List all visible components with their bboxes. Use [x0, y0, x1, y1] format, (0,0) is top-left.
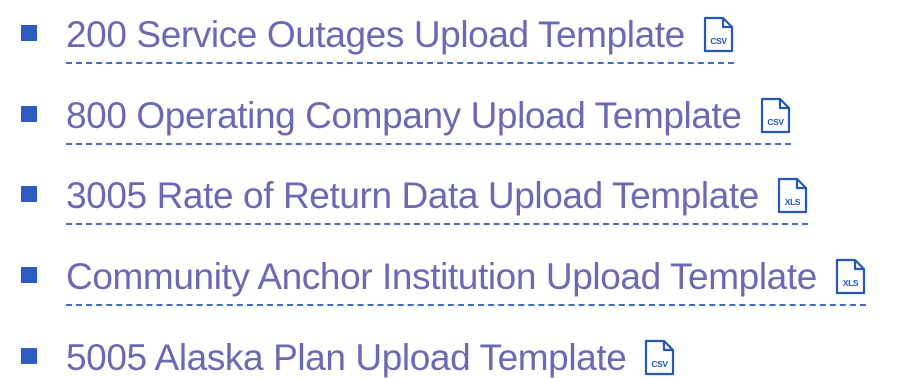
list-item: 200 Service Outages Upload Template CSV [0, 4, 906, 64]
square-bullet-icon [21, 186, 37, 202]
file-type-label: XLS [843, 278, 859, 288]
template-link-3005-rate-of-return[interactable]: 3005 Rate of Return Data Upload Template… [66, 165, 808, 225]
square-bullet-icon [21, 25, 37, 41]
template-link-800-operating-company[interactable]: 800 Operating Company Upload Template CS… [66, 85, 791, 145]
file-type-label: XLS [785, 197, 801, 207]
template-link-5005-alaska-plan[interactable]: 5005 Alaska Plan Upload Template CSV [66, 327, 675, 378]
square-bullet-icon [21, 267, 37, 283]
template-link-label: 3005 Rate of Return Data Upload Template [66, 175, 759, 217]
template-link-community-anchor-institution[interactable]: Community Anchor Institution Upload Temp… [66, 246, 866, 306]
csv-file-icon: CSV [760, 97, 791, 134]
square-bullet-icon [21, 106, 37, 122]
csv-file-icon: CSV [703, 16, 734, 53]
file-type-label: CSV [710, 36, 727, 46]
xls-file-icon: XLS [835, 258, 866, 295]
template-links-list: 200 Service Outages Upload Template CSV … [0, 0, 906, 378]
file-type-label: CSV [767, 117, 784, 127]
square-bullet-icon [21, 348, 37, 364]
file-type-label: CSV [652, 359, 669, 369]
template-link-label: 5005 Alaska Plan Upload Template [66, 337, 627, 378]
list-item: Community Anchor Institution Upload Temp… [0, 246, 906, 306]
template-link-200-service-outages[interactable]: 200 Service Outages Upload Template CSV [66, 4, 734, 64]
template-link-label: Community Anchor Institution Upload Temp… [66, 256, 817, 298]
csv-file-icon: CSV [644, 339, 675, 376]
template-link-label: 800 Operating Company Upload Template [66, 95, 742, 137]
xls-file-icon: XLS [777, 177, 808, 214]
template-link-label: 200 Service Outages Upload Template [66, 14, 685, 56]
list-item: 3005 Rate of Return Data Upload Template… [0, 165, 906, 225]
list-item: 800 Operating Company Upload Template CS… [0, 85, 906, 145]
list-item: 5005 Alaska Plan Upload Template CSV [0, 327, 906, 378]
